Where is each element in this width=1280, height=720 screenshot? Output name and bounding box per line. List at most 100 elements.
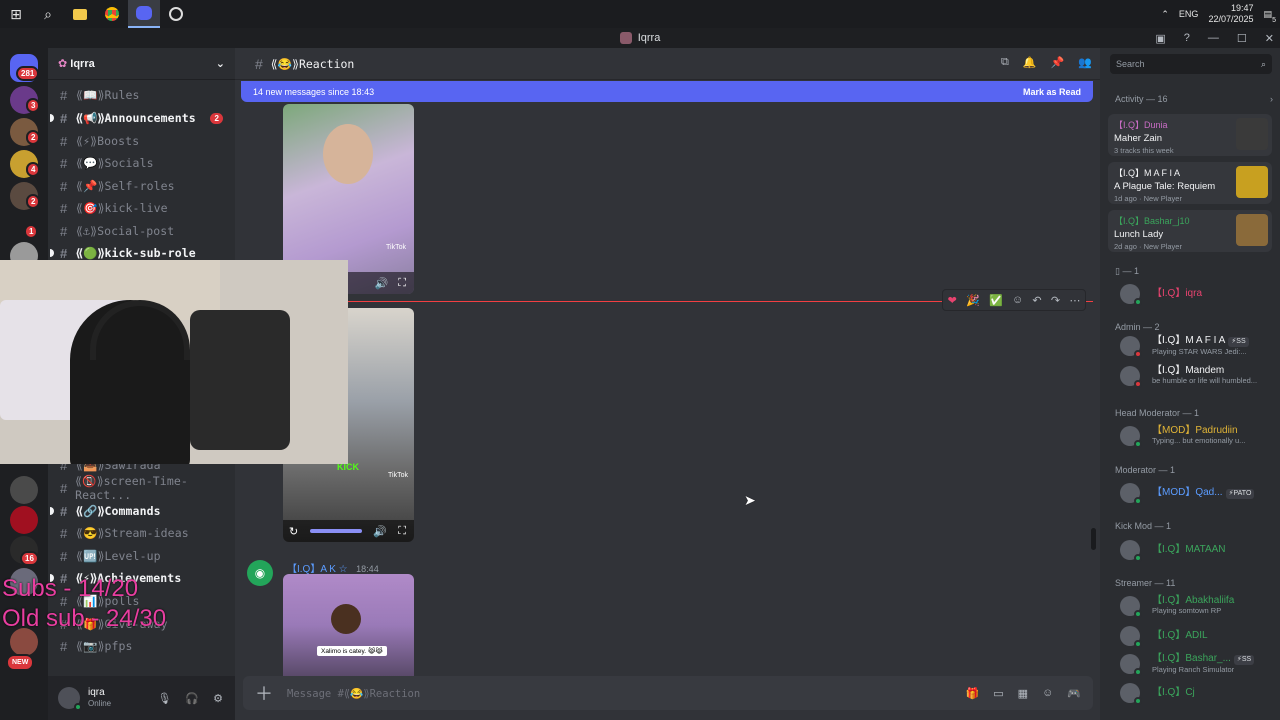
member-item[interactable]: 【I.Q】M A F I A ⚡SS Playing STAR WARS Jedi:… [1120,334,1280,358]
pin-icon[interactable]: 📌 [1051,56,1065,69]
mark-as-read-button[interactable]: Mark as Read [1023,87,1081,97]
member-item[interactable]: 【I.Q】ADIL [1120,624,1280,648]
message-input[interactable]: Message #⟪😂⟫Reaction [287,687,420,700]
gif-icon[interactable]: ▭ [993,687,1003,700]
member-item[interactable]: 【I.Q】Bashar_... ⚡SS Playing Ranch Simulato… [1120,652,1280,676]
clock-time: 19:47 [1230,3,1254,13]
channel-item[interactable]: # ⟪📖⟫Rules [48,84,235,106]
member-name: 【I.Q】MATAAN [1152,544,1226,555]
add-attachment-icon[interactable]: ＋ [255,680,273,706]
emoji-icon[interactable]: ☺ [1042,687,1053,700]
channel-item[interactable]: # ⟪📷⟫pfps [48,635,235,657]
notification-count: 5 [1272,16,1276,24]
member-item[interactable]: 【MOD】Qad... ⚡PATO [1120,481,1280,505]
member-item[interactable]: 【I.Q】Mandem be humble or life will humble… [1120,364,1280,388]
channel-item[interactable]: # ⟪⚡⟫Boosts [48,130,235,152]
fullscreen-icon[interactable]: ⛶ [398,525,406,538]
activity-card[interactable]: 【I.Q】M A F I AA Plague Tale: Requiem 1d a… [1108,162,1272,204]
avatar [1120,366,1142,388]
volume-slider[interactable] [309,529,362,533]
party-reaction-icon[interactable]: 🎉 [966,294,980,307]
person-figure [331,604,361,634]
channel-item[interactable]: # ⟪🔗⟫Commands [48,500,235,522]
members-icon[interactable]: 👥 [1078,56,1092,69]
channel-item[interactable]: # ⟪🎯⟫kick-live [48,197,235,219]
language-indicator[interactable]: ENG [1179,9,1199,19]
server-header[interactable]: ✿ Iqrra ⌄ [48,48,235,80]
add-reaction-icon[interactable]: ☺ [1012,294,1023,306]
member-name: 【I.Q】Bashar_... ⚡SS [1152,653,1255,665]
message-composer[interactable]: ＋ Message #⟪😂⟫Reaction 🎁 ▭ ▦ ☺ 🎮 [243,676,1093,710]
replay-icon[interactable]: ↻ [289,525,298,538]
status-dot [1134,380,1142,388]
chrome-icon[interactable] [96,0,128,28]
settings-gear-icon[interactable]: ⚙ [213,692,223,705]
member-group-header: Kick Mod — 1 [1115,521,1172,531]
user-panel: iqra Online 🎙 🎧 ⚙ [48,676,235,720]
clock[interactable]: 19:47 22/07/2025 [1208,3,1253,25]
channel-item[interactable]: # ⟪😎⟫Stream-ideas [48,522,235,544]
game-controller-icon[interactable]: 🎮 [1067,687,1081,700]
scrollbar[interactable] [1091,528,1096,550]
file-explorer-icon[interactable] [64,0,96,28]
more-options-icon[interactable]: ⋯ [1069,294,1080,307]
chevron-down-icon[interactable]: ⌄ [216,57,225,70]
forward-icon[interactable]: ↷ [1051,294,1060,307]
activity-thumbnail [1236,166,1268,198]
volume-icon[interactable]: 🔊 [375,277,389,290]
gift-icon[interactable]: 🎁 [966,687,980,700]
member-item[interactable]: 【I.Q】iqra [1120,282,1280,306]
activity-header[interactable]: Activity — 16 › [1115,94,1273,104]
clock-date: 22/07/2025 [1208,14,1254,24]
chevron-up-icon[interactable]: ⌃ [1161,9,1169,20]
server-icon-7[interactable] [10,506,38,534]
member-item[interactable]: 【I.Q】MATAAN [1120,538,1280,562]
headphones-icon[interactable]: 🎧 [185,692,199,705]
status-dot [1134,440,1142,448]
member-item[interactable]: 【MOD】Padrudiin Typing... but emotionally … [1120,424,1280,448]
channel-item[interactable]: # ⟪📌⟫Self-roles [48,175,235,197]
member-item[interactable]: 【I.Q】Cj [1120,681,1280,705]
activity-card[interactable]: 【I.Q】Dunia Maher Zain 3 tracks this week [1108,114,1272,156]
reply-icon[interactable]: ↶ [1032,294,1041,307]
sticker-icon[interactable]: ▦ [1018,687,1028,700]
members-panel: Activity — 16 › 【I.Q】Dunia Maher Zain 3 tr… [1100,48,1280,720]
notification-icon[interactable]: ▤ 5 [1263,9,1276,24]
bell-icon[interactable]: 🔔 [1023,56,1037,69]
windows-icon[interactable]: ⊞ [0,0,32,28]
avatar[interactable]: ◉ [247,560,273,586]
member-name: 【I.Q】M A F I A ⚡SS [1152,335,1249,347]
volume-icon[interactable]: 🔊 [373,525,387,538]
fullscreen-icon[interactable]: ⛶ [398,277,406,290]
close-button[interactable]: ✕ [1265,32,1274,45]
avatar[interactable] [58,687,82,711]
search-icon[interactable]: ⌕ [32,0,64,28]
member-item[interactable]: 【I.Q】Abakhaliifa Playing somtown RP [1120,594,1280,618]
screen-share-icon[interactable]: ▣ [1155,32,1165,45]
check-reaction-icon[interactable]: ✅ [989,294,1003,307]
help-icon[interactable]: ? [1184,32,1190,44]
avatar [1120,483,1142,505]
maximize-button[interactable]: ☐ [1237,32,1247,45]
app-icon[interactable] [160,0,192,28]
discord-icon[interactable] [128,0,160,28]
channel-item[interactable]: # ⟪⚓⟫Social-post [48,220,235,242]
minimize-button[interactable]: — [1208,32,1219,44]
channel-item[interactable]: # ⟪📢⟫Announcements 2 [48,107,235,129]
channel-item[interactable]: # ⟪📵⟫screen-Time-React... [48,474,235,502]
member-name: 【I.Q】Cj [1152,687,1195,698]
new-messages-bar[interactable]: 14 new messages since 18:43 Mark as Read [241,81,1093,102]
chevron-right-icon[interactable]: › [1270,94,1273,104]
threads-icon[interactable]: ⧉ [1001,56,1009,69]
member-tag: ⚡PATO [1225,488,1255,499]
search-input[interactable]: Search ⌕ [1110,54,1272,74]
channel-item[interactable]: # ⟪🆙⟫Level-up [48,545,235,567]
server-icon-6[interactable] [10,476,38,504]
status-dot [1134,610,1142,618]
channel-item[interactable]: # ⟪💬⟫Socials [48,152,235,174]
video-attachment-3[interactable]: Xalimo is catey. 😹😹 [283,574,414,676]
activity-card[interactable]: 【I.Q】Bashar_j10 Lunch Lady 2d ago · New Pl… [1108,210,1272,252]
heart-reaction-icon[interactable]: ❤ [948,294,957,307]
hash-icon: # [60,480,68,496]
microphone-icon[interactable]: 🎙 [157,692,171,705]
